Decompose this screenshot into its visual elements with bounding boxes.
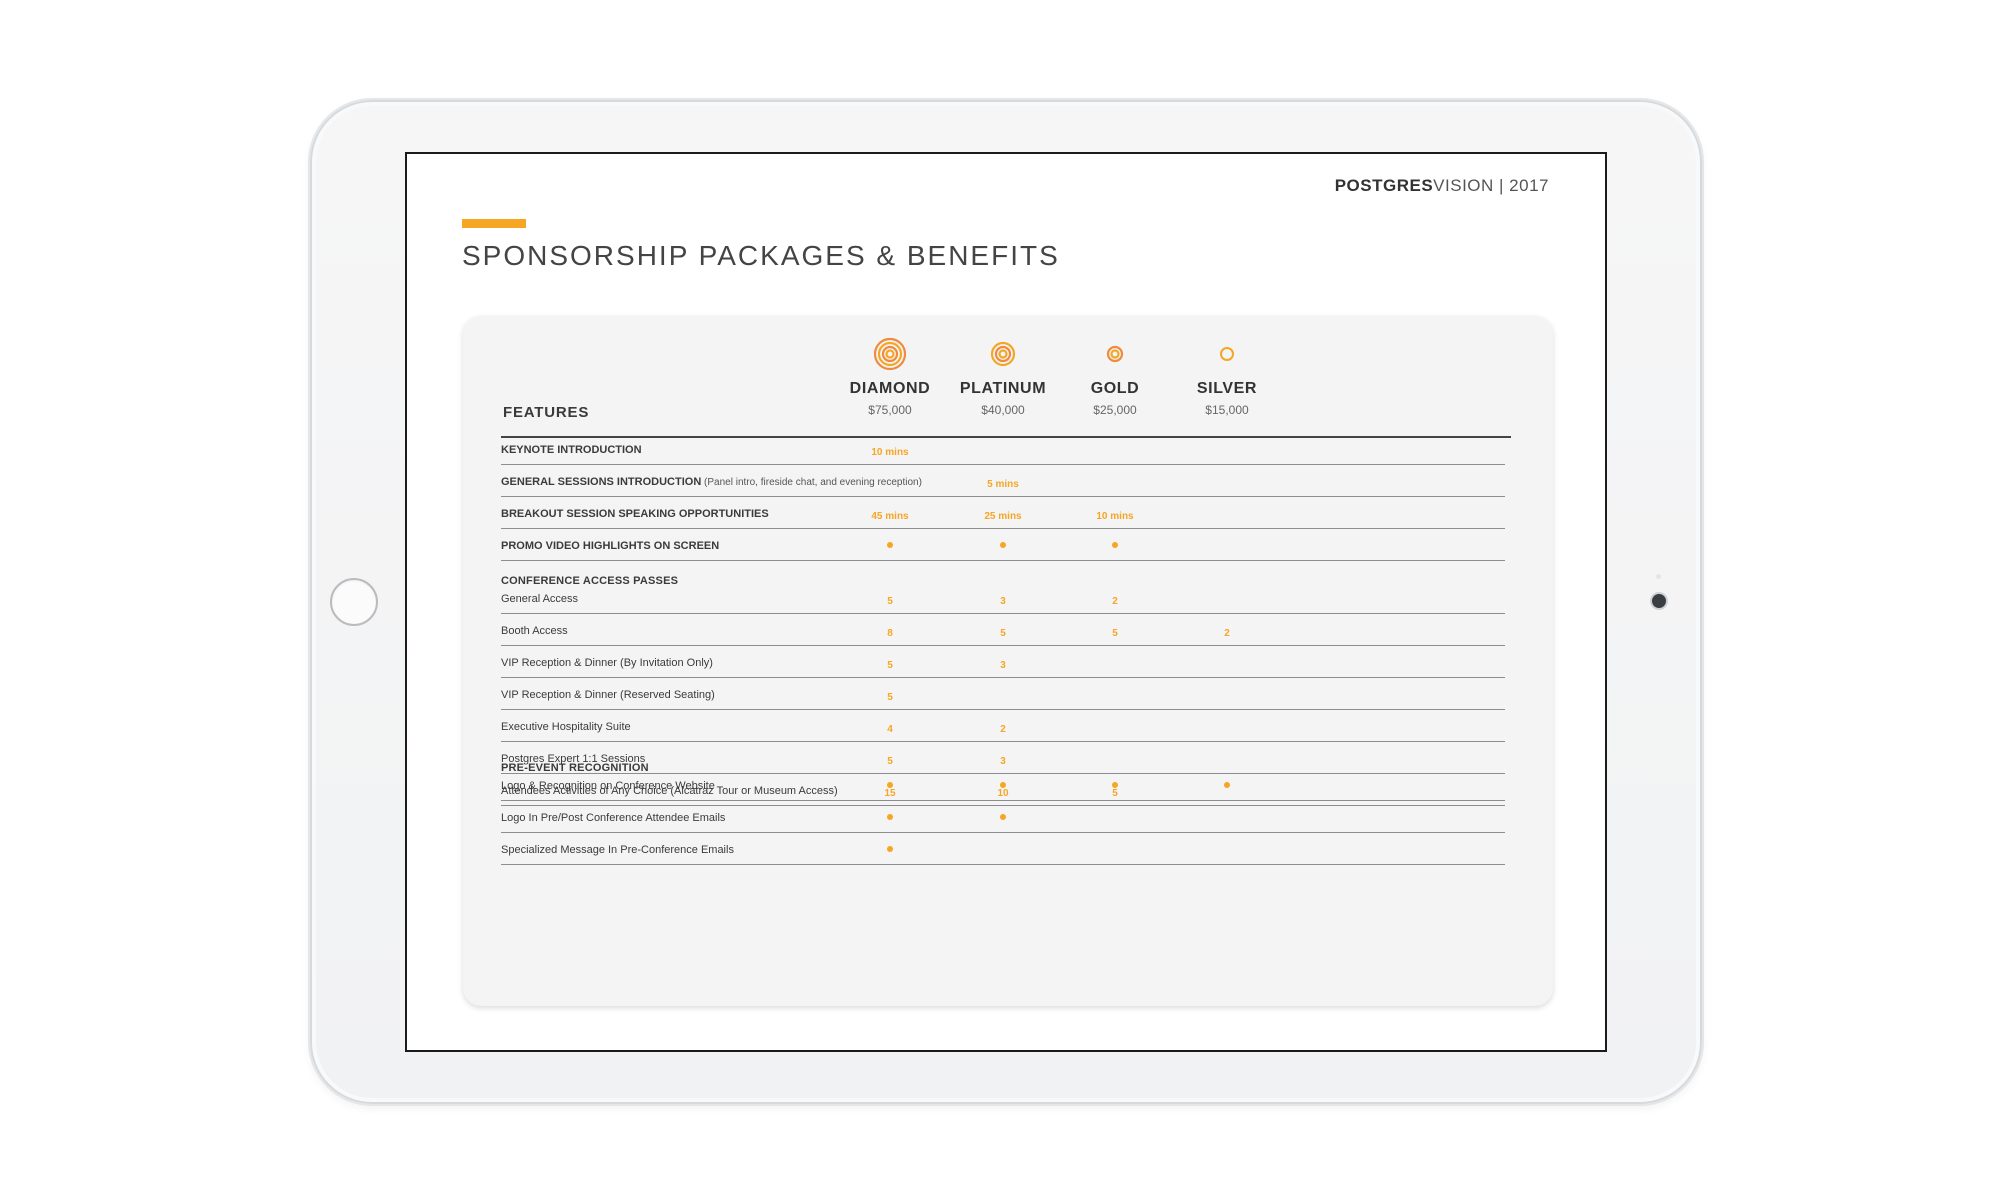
silver-ring-icon	[1220, 347, 1234, 361]
light-sensor	[1656, 574, 1661, 579]
table-row: Executive Hospitality Suite 4 2	[501, 709, 1505, 742]
benefit-value: 8	[887, 628, 893, 639]
included-dot-icon	[1000, 814, 1006, 820]
row-label: GENERAL SESSIONS INTRODUCTION (Panel int…	[501, 476, 922, 488]
included-dot-icon	[1112, 782, 1118, 788]
benefit-value: 10 mins	[1096, 511, 1134, 522]
included-dot-icon	[887, 542, 893, 548]
table-row: VIP Reception & Dinner (By Invitation On…	[501, 645, 1505, 678]
row-label: VIP Reception & Dinner (Reserved Seating…	[501, 689, 715, 701]
included-dot-icon	[1112, 542, 1118, 548]
benefit-value: 2	[1000, 724, 1006, 735]
page-title: SPONSORSHIP PACKAGES & BENEFITS	[462, 240, 1060, 271]
benefit-value: 10 mins	[871, 447, 909, 458]
table-row: BREAKOUT SESSION SPEAKING OPPORTUNITIES 4…	[501, 496, 1505, 529]
brand-header: POSTGRESVISION | 2017	[1335, 176, 1549, 196]
packages-table: FEATURES DIAMOND $75,000 PLATINUM $40,000 GO…	[463, 316, 1553, 1006]
included-dot-icon	[1000, 782, 1006, 788]
table-row: Logo In Pre/Post Conference Attendee Ema…	[501, 800, 1505, 833]
row-label: Specialized Message In Pre-Conference Em…	[501, 844, 734, 856]
included-dot-icon	[1000, 542, 1006, 548]
tablet-screen: POSTGRESVISION | 2017 SPONSORSHIP PACKAG…	[405, 152, 1607, 1052]
benefit-value: 4	[887, 724, 893, 735]
included-dot-icon	[1224, 782, 1230, 788]
row-label: VIP Reception & Dinner (By Invitation On…	[501, 657, 713, 669]
benefit-value: 5	[1000, 628, 1006, 639]
table-row: VIP Reception & Dinner (Reserved Seating…	[501, 677, 1505, 710]
row-label: PROMO VIDEO HIGHLIGHTS ON SCREEN	[501, 540, 720, 552]
benefit-value: 45 mins	[871, 511, 909, 522]
row-note: (Panel intro, fireside chat, and evening…	[701, 477, 922, 488]
row-label: Executive Hospitality Suite	[501, 721, 631, 733]
row-label: Booth Access	[501, 625, 568, 637]
benefit-value: 3	[1000, 660, 1006, 671]
benefit-value: 25 mins	[984, 511, 1022, 522]
brand-year: | 2017	[1499, 176, 1549, 195]
tier-price: $15,000	[1205, 403, 1249, 417]
brand-light: VISION	[1433, 176, 1494, 195]
benefit-value: 5	[887, 692, 893, 703]
platinum-rings-icon	[990, 341, 1016, 367]
table-row: KEYNOTE INTRODUCTION 10 mins	[501, 432, 1505, 465]
benefit-value: 5	[887, 756, 893, 767]
brand-bold: POSTGRES	[1334, 176, 1434, 195]
row-label: General Access	[501, 593, 579, 605]
tier-header-silver: SILVER $15,000	[1157, 334, 1297, 417]
included-dot-icon	[887, 782, 893, 788]
table-row: Specialized Message In Pre-Conference Em…	[501, 832, 1505, 865]
camera-icon	[1652, 594, 1666, 608]
included-dot-icon	[887, 814, 893, 820]
benefit-value: 3	[1000, 596, 1006, 607]
table-row: Booth Access 8 5 5 2	[501, 613, 1505, 646]
tier-name: SILVER	[1196, 380, 1258, 397]
table-row: General Access 5 3 2	[501, 581, 1505, 614]
title-accent-bar	[462, 219, 526, 228]
row-label: KEYNOTE INTRODUCTION	[501, 444, 642, 456]
features-column-header: FEATURES	[503, 404, 590, 421]
table-row: Logo & Recognition on Conference Website	[501, 768, 1505, 801]
benefit-value: 5	[887, 660, 893, 671]
benefit-value: 5 mins	[987, 479, 1019, 490]
benefit-value: 3	[1000, 756, 1006, 767]
benefit-value: 5	[887, 596, 893, 607]
benefit-value: 2	[1112, 596, 1118, 607]
gold-rings-icon	[1106, 345, 1124, 363]
diamond-rings-icon	[873, 337, 907, 371]
included-dot-icon	[887, 846, 893, 852]
benefit-value: 5	[1112, 628, 1118, 639]
home-button[interactable]	[330, 578, 378, 626]
row-label: Logo & Recognition on Conference Website	[501, 780, 715, 792]
benefit-value: 2	[1224, 628, 1230, 639]
row-label: Logo In Pre/Post Conference Attendee Ema…	[501, 812, 726, 824]
table-row: GENERAL SESSIONS INTRODUCTION (Panel int…	[501, 464, 1505, 497]
table-row: PROMO VIDEO HIGHLIGHTS ON SCREEN	[501, 528, 1505, 561]
row-label: BREAKOUT SESSION SPEAKING OPPORTUNITIES	[501, 508, 769, 520]
